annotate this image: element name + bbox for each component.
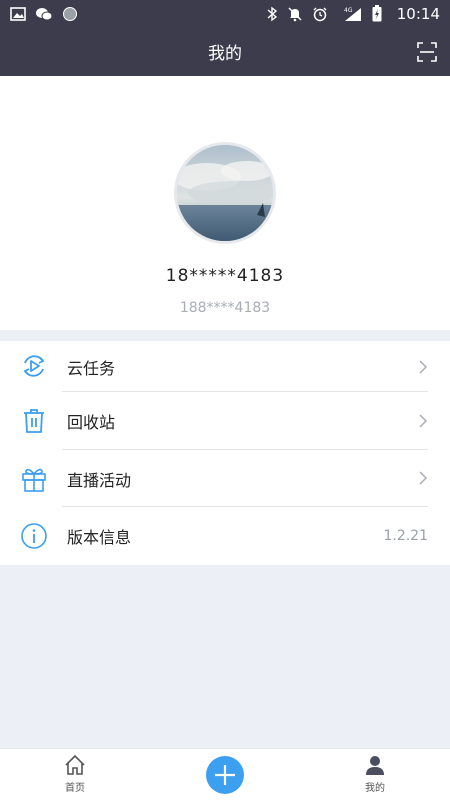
- chevron-right-icon: [418, 359, 428, 375]
- menu-label-cloud-task: 云任务: [67, 358, 116, 378]
- status-bar: 4G 10:14: [0, 0, 450, 27]
- nav-home-label: 首页: [65, 783, 85, 794]
- menu-item-live-activity[interactable]: 直播活动: [0, 450, 450, 507]
- trash-icon: [20, 407, 48, 435]
- cloud-task-icon: [20, 352, 48, 380]
- menu-label-live-activity: 直播活动: [67, 470, 132, 490]
- network-type: 4G: [344, 7, 353, 14]
- phone-number: 188****4183: [179, 300, 271, 316]
- title-bar: 我的: [0, 27, 450, 76]
- status-left: [10, 6, 78, 22]
- wechat-icon: [35, 6, 53, 22]
- image-icon: [10, 6, 26, 22]
- signal-icon: 4G: [337, 6, 363, 22]
- chevron-right-icon: [418, 413, 428, 429]
- status-time: 10:14: [396, 4, 440, 23]
- status-right: 4G 10:14: [266, 5, 440, 23]
- menu-label-version-info: 版本信息: [67, 528, 132, 547]
- chevron-right-icon: [418, 470, 428, 486]
- scan-icon[interactable]: [416, 41, 438, 63]
- circle-icon: [62, 6, 78, 22]
- mute-icon: [287, 6, 303, 22]
- home-icon: [45, 753, 105, 777]
- battery-charging-icon: [372, 5, 382, 22]
- menu-list: 云任务 回收站 直播活动 版本信息 1.2.21: [0, 341, 450, 565]
- menu-item-recycle-bin[interactable]: 回收站: [0, 392, 450, 450]
- username: 18*****4183: [165, 266, 285, 286]
- plus-icon: [206, 756, 244, 794]
- menu-label-recycle-bin: 回收站: [67, 413, 116, 432]
- bottom-nav: 首页 我的: [0, 748, 450, 800]
- info-icon: [20, 522, 48, 550]
- avatar[interactable]: [174, 142, 276, 244]
- menu-item-cloud-task[interactable]: 云任务: [0, 341, 450, 392]
- version-number: 1.2.21: [383, 528, 428, 544]
- menu-item-version-info[interactable]: 版本信息 1.2.21: [0, 507, 450, 565]
- gift-icon: [20, 465, 48, 493]
- page-title: 我的: [208, 44, 242, 64]
- alarm-icon: [312, 6, 328, 22]
- nav-mine-label: 我的: [365, 783, 385, 794]
- nav-home[interactable]: 首页: [45, 753, 105, 794]
- nav-mine[interactable]: 我的: [345, 753, 405, 794]
- profile-section: 18*****4183 188****4183: [0, 76, 450, 330]
- user-icon: [345, 753, 405, 777]
- add-button[interactable]: [206, 756, 244, 794]
- bluetooth-icon: [266, 6, 278, 22]
